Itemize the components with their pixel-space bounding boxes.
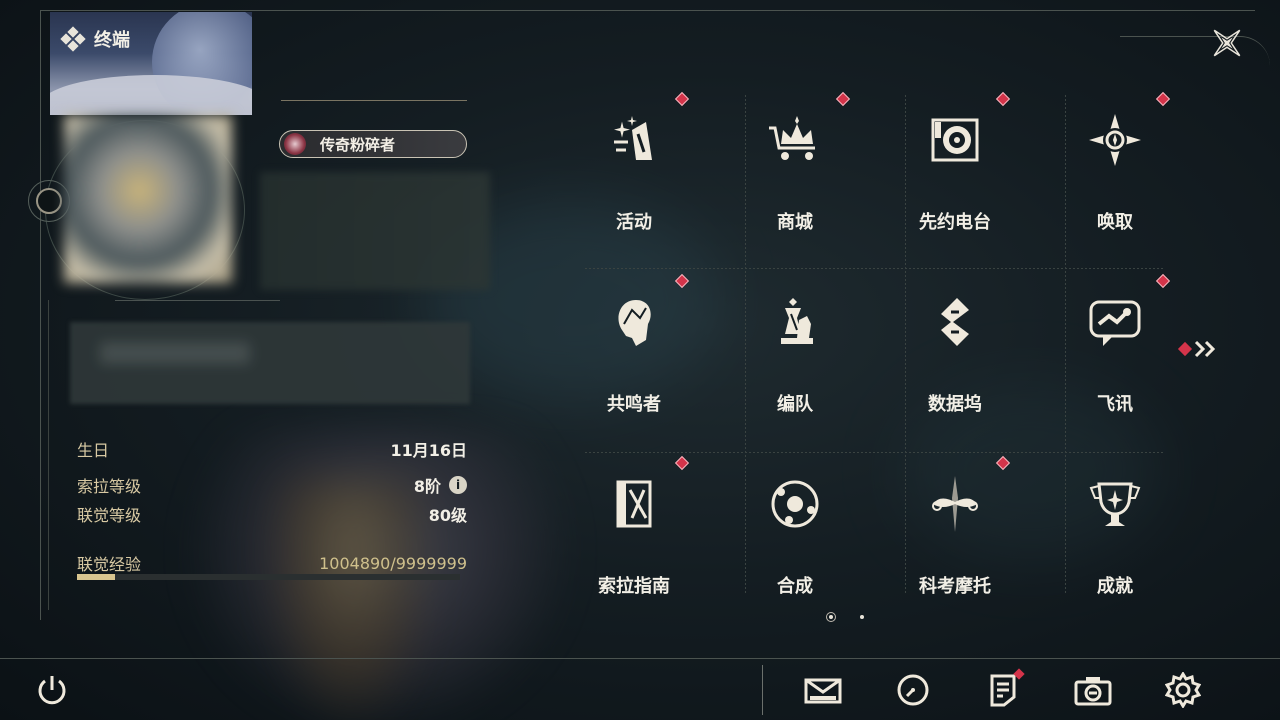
menu-item-synthesis[interactable]: 合成 [720, 452, 870, 612]
power-button[interactable] [34, 672, 70, 708]
character-head-icon [602, 290, 666, 354]
terminal-diamond-icon [60, 26, 86, 52]
stat-birthday: 生日 11月16日 [77, 437, 467, 461]
crown-cart-icon [763, 108, 827, 172]
stat-label: 联觉等级 [77, 506, 142, 525]
next-page-button[interactable] [1177, 340, 1218, 358]
stat-value: 8阶 [413, 477, 441, 496]
menu-item-label: 索拉指南 [598, 576, 670, 597]
bottom-bar-separator [762, 665, 763, 715]
stat-value: 1004890/9999999 [319, 553, 467, 573]
menu-item-data-dock[interactable]: 数据坞 [880, 270, 1030, 430]
double-chevron-right-icon [1194, 340, 1216, 358]
title-badge[interactable]: 传奇粉碎者 [279, 130, 467, 158]
stat-value-group: 8阶 i [414, 473, 467, 497]
menu-item-label: 先约电台 [919, 212, 991, 233]
mail-icon [804, 678, 842, 704]
stat-label: 联觉经验 [77, 555, 142, 574]
notification-dot [835, 91, 851, 107]
exp-progress-fill [77, 574, 116, 580]
close-star-icon [1213, 29, 1241, 57]
name-underline [281, 100, 467, 101]
grid-divider [585, 268, 1165, 269]
menu-item-label: 商城 [777, 212, 813, 233]
radio-icon [923, 108, 987, 172]
menu-item-messages[interactable]: 飞讯 [1040, 270, 1190, 430]
notification-dot [1155, 273, 1171, 289]
sparkle-book-icon [602, 108, 666, 172]
close-button[interactable] [1206, 22, 1248, 64]
menu-item-shop[interactable]: 商城 [720, 88, 870, 248]
bottom-bar-divider [0, 658, 1280, 659]
frame-left-line [40, 10, 41, 620]
menu-item-resonators[interactable]: 共鸣者 [559, 270, 709, 430]
menu-item-convene[interactable]: 唤取 [1040, 88, 1190, 248]
menu-item-label: 唤取 [1097, 212, 1133, 233]
avatar[interactable] [64, 115, 232, 283]
banner-ground [50, 75, 252, 115]
stat-union-level: 联觉等级 80级 [77, 502, 467, 526]
notification-dot [1155, 91, 1171, 107]
signature-redacted[interactable] [70, 322, 470, 404]
compass-star-icon [1083, 108, 1147, 172]
menu-item-motorbike[interactable]: 科考摩托 [880, 452, 1030, 612]
notification-dot [995, 91, 1011, 107]
settings-icon [1165, 672, 1201, 708]
trophy-icon [1083, 472, 1147, 536]
notification-dot [674, 91, 690, 107]
motorbike-icon [923, 472, 987, 536]
power-icon [38, 676, 66, 705]
notice-button[interactable] [983, 668, 1025, 710]
mail-button[interactable] [803, 670, 843, 710]
menu-item-label: 共鸣者 [607, 394, 661, 415]
menu-item-label: 合成 [777, 576, 813, 597]
stat-value: 11月16日 [390, 441, 467, 460]
frame-top-line [40, 10, 1255, 11]
notification-dot [995, 455, 1011, 471]
stat-sola-level: 索拉等级 8阶 i [77, 473, 467, 497]
notification-dot [674, 273, 690, 289]
stat-label: 生日 [77, 441, 110, 460]
menu-item-label: 活动 [616, 212, 652, 233]
menu-item-label: 飞讯 [1097, 394, 1133, 415]
menu-item-guidebook[interactable]: 索拉指南 [559, 452, 709, 612]
player-name-redacted [260, 172, 490, 290]
exp-progress-bar [77, 574, 460, 580]
chat-bubble-icon [1083, 290, 1147, 354]
title-emblem-icon [284, 133, 306, 155]
window-title: 终端 [60, 26, 130, 52]
menu-item-label: 成就 [1097, 576, 1133, 597]
guide-book-icon [602, 472, 666, 536]
notification-dot [1177, 341, 1193, 357]
stat-union-exp: 联觉经验 1004890/9999999 [77, 551, 467, 575]
settings-button[interactable] [1163, 670, 1203, 710]
stat-value: 80级 [428, 506, 467, 525]
page-dot[interactable] [860, 615, 864, 619]
clock-icon [897, 674, 929, 706]
camera-icon [1074, 677, 1112, 706]
page-dot-active[interactable] [826, 612, 836, 622]
frame-inner-line [48, 300, 49, 610]
divider [115, 300, 280, 301]
stat-label: 索拉等级 [77, 477, 142, 496]
menu-item-radio[interactable]: 先约电台 [880, 88, 1030, 248]
menu-item-achievements[interactable]: 成就 [1040, 452, 1190, 612]
clock-button[interactable] [893, 670, 933, 710]
camera-button[interactable] [1073, 670, 1113, 710]
orbit-icon [763, 472, 827, 536]
menu-item-label: 数据坞 [928, 394, 982, 415]
menu-item-label: 编队 [777, 394, 813, 415]
title-badge-label: 传奇粉碎者 [320, 135, 396, 154]
notice-icon [990, 674, 1016, 707]
window-title-text: 终端 [94, 30, 130, 51]
menu-item-label: 科考摩托 [919, 576, 991, 597]
menu-item-activity[interactable]: 活动 [559, 88, 709, 248]
info-icon[interactable]: i [449, 476, 467, 494]
data-dock-icon [923, 290, 987, 354]
menu-item-team[interactable]: 编队 [720, 270, 870, 430]
chess-pieces-icon [763, 290, 827, 354]
page-indicator [826, 612, 864, 622]
notification-dot [674, 455, 690, 471]
